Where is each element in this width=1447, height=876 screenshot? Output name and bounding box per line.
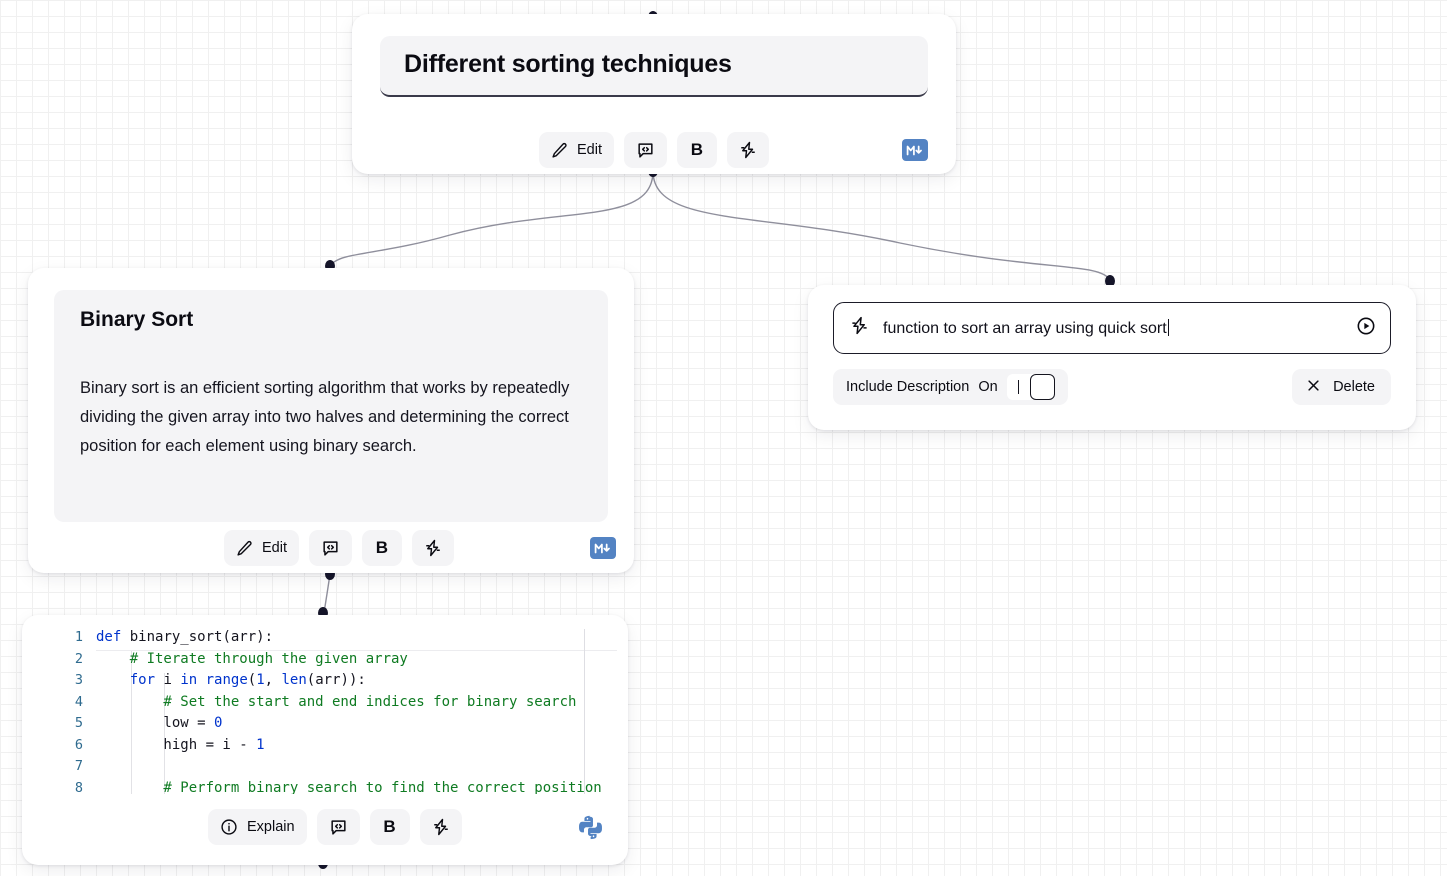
code-comment-button[interactable] xyxy=(309,530,352,566)
include-description-label: Include Description xyxy=(846,379,970,395)
text-caret xyxy=(1167,318,1169,336)
lightning-button[interactable] xyxy=(727,132,769,168)
code-line: 6 high = i - 1 xyxy=(54,737,617,759)
include-description-switch[interactable] xyxy=(1006,374,1055,400)
edit-button[interactable]: Edit xyxy=(224,530,299,566)
binary-sort-body: Binary sort is an efficient sorting algo… xyxy=(80,379,570,455)
delete-button[interactable]: Delete xyxy=(1292,369,1391,405)
code-comment-button[interactable] xyxy=(316,809,360,845)
code-line: 2 # Iterate through the given array xyxy=(54,651,617,673)
markdown-icon[interactable] xyxy=(902,139,928,161)
edit-button-label: Edit xyxy=(577,142,602,158)
markdown-body[interactable]: Binary Sort Binary sort is an efficient … xyxy=(54,290,608,522)
code-comment-button[interactable] xyxy=(624,132,667,168)
code-comment-icon xyxy=(636,141,655,160)
bold-button[interactable]: B xyxy=(677,132,717,168)
line-number: 3 xyxy=(74,672,83,688)
bold-button-label: B xyxy=(690,140,704,159)
edit-button[interactable]: Edit xyxy=(539,132,614,168)
switch-knob xyxy=(1029,374,1055,400)
bold-button[interactable]: B xyxy=(369,809,410,845)
code-line: 5 low = 0 xyxy=(54,715,617,737)
code-comment-icon xyxy=(329,818,348,837)
node-prompt[interactable]: function to sort an array using quick so… xyxy=(808,285,1416,430)
explain-button[interactable]: Explain xyxy=(208,809,307,845)
code-line-text: def binary_sort(arr): xyxy=(96,629,274,645)
code-line: 8 # Perform binary search to find the co… xyxy=(54,780,617,795)
prompt-options-row: Include Description On Delete xyxy=(833,369,1391,405)
code-line: 3 for i in range(1, len(arr)): xyxy=(54,672,617,694)
code-line: 4 # Set the start and end indices for bi… xyxy=(54,694,617,716)
close-x-icon xyxy=(1306,378,1321,396)
lightning-bolt-icon xyxy=(850,316,869,340)
edge-title-to-binary xyxy=(330,170,654,266)
node-title[interactable]: Different sorting techniques Edit B xyxy=(352,14,956,174)
info-circle-icon xyxy=(220,818,238,836)
lightning-button[interactable] xyxy=(419,809,462,845)
code-line: 7 xyxy=(54,758,617,780)
lightning-bolt-icon xyxy=(739,141,757,159)
code-line-text: # Iterate through the given array xyxy=(96,650,408,667)
title-field[interactable]: Different sorting techniques xyxy=(380,36,928,97)
node-binary-sort[interactable]: Binary Sort Binary sort is an efficient … xyxy=(28,268,634,573)
node-code[interactable]: 1 def binary_sort(arr): 2 # Iterate thro… xyxy=(22,615,628,865)
code-line-text: high = i - 1 xyxy=(96,736,265,753)
switch-bar xyxy=(1017,380,1020,394)
edge-binary-to-code xyxy=(323,573,331,614)
include-description-state: On xyxy=(978,379,998,395)
edit-button-label: Edit xyxy=(262,540,287,556)
code-node-toolbar: Explain B xyxy=(22,805,628,849)
bold-button[interactable]: B xyxy=(362,530,402,566)
title-node-toolbar: Edit B xyxy=(352,128,956,172)
line-number: 4 xyxy=(74,693,83,710)
bold-button-label: B xyxy=(383,817,396,836)
code-line-text: low = 0 xyxy=(96,715,223,731)
edge-title-to-prompt xyxy=(652,170,1111,281)
code-editor[interactable]: 1 def binary_sort(arr): 2 # Iterate thro… xyxy=(54,629,617,794)
binary-sort-toolbar: Edit B xyxy=(28,526,634,570)
line-number: 6 xyxy=(74,736,83,753)
explain-button-label: Explain xyxy=(247,819,295,835)
line-number: 5 xyxy=(74,715,83,731)
lightning-button[interactable] xyxy=(412,530,454,566)
include-description-toggle[interactable]: Include Description On xyxy=(833,369,1068,405)
line-number: 2 xyxy=(74,650,83,667)
code-lines: 1 def binary_sort(arr): 2 # Iterate thro… xyxy=(54,629,617,794)
code-line: 1 def binary_sort(arr): xyxy=(54,629,617,651)
bold-button-label: B xyxy=(375,538,389,557)
python-logo-icon[interactable] xyxy=(576,813,604,841)
line-number: 7 xyxy=(74,758,83,774)
binary-sort-heading: Binary Sort xyxy=(80,308,194,331)
code-comment-icon xyxy=(321,539,340,558)
code-line-text: # Set the start and end indices for bina… xyxy=(96,693,577,710)
delete-button-label: Delete xyxy=(1333,379,1375,395)
prompt-input[interactable]: function to sort an array using quick so… xyxy=(833,302,1391,354)
pencil-icon xyxy=(551,142,568,159)
play-circle-icon[interactable] xyxy=(1356,316,1376,341)
pencil-icon xyxy=(236,540,253,557)
lightning-bolt-icon xyxy=(424,539,442,557)
prompt-input-value: function to sort an array using quick so… xyxy=(883,318,1356,338)
code-line-text: # Perform binary search to find the corr… xyxy=(96,779,602,795)
code-line-text: for i in range(1, len(arr)): xyxy=(129,672,366,688)
lightning-bolt-icon xyxy=(432,818,450,836)
markdown-icon[interactable] xyxy=(590,537,616,559)
line-number: 8 xyxy=(74,779,83,795)
page-title: Different sorting techniques xyxy=(404,50,732,78)
line-number: 1 xyxy=(74,629,83,645)
